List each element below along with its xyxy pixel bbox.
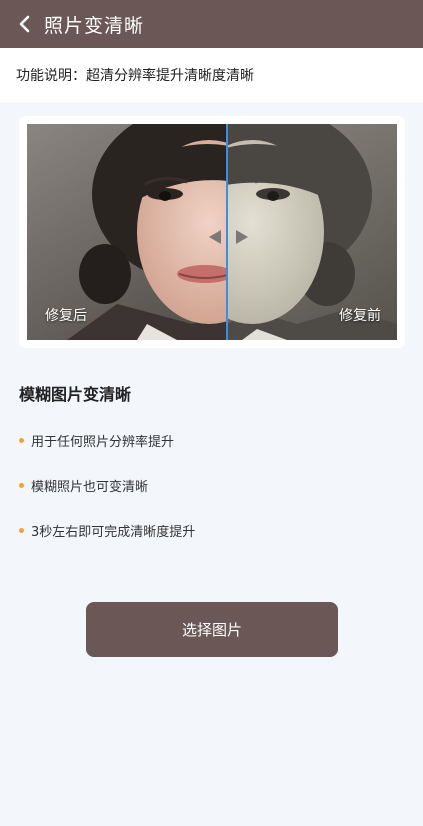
section-title: 模糊图片变清晰: [19, 385, 132, 404]
back-button[interactable]: [14, 13, 36, 35]
feature-text: 3秒左右即可完成清晰度提升: [31, 525, 196, 540]
bullet-dot-icon: [19, 528, 24, 533]
after-label: 修复后: [45, 308, 87, 324]
feature-description-bar: 功能说明：超清分辨率提升清晰度清晰: [0, 48, 423, 102]
comparison-photo: 修复后 修复前: [27, 124, 397, 340]
right-arrow-icon[interactable]: [236, 230, 248, 244]
bullet-dot-icon: [19, 438, 24, 443]
left-arrow-icon[interactable]: [209, 230, 221, 244]
feature-item: 3秒左右即可完成清晰度提升: [19, 521, 195, 540]
feature-item: 模糊照片也可变清晰: [19, 476, 148, 495]
preview-card: 修复后 修复前: [19, 116, 405, 348]
before-label: 修复前: [339, 308, 381, 324]
feature-item: 用于任何照片分辨率提升: [19, 431, 174, 450]
bullet-dot-icon: [19, 483, 24, 488]
page-title: 照片变清晰: [44, 14, 145, 37]
feature-description: 功能说明：超清分辨率提升清晰度清晰: [16, 68, 254, 84]
feature-text: 用于任何照片分辨率提升: [31, 435, 175, 450]
top-app-bar: 照片变清晰: [0, 0, 423, 48]
select-image-button[interactable]: 选择图片: [86, 602, 338, 657]
feature-text: 模糊照片也可变清晰: [31, 480, 149, 495]
comparison-divider[interactable]: [226, 124, 228, 340]
chevron-left-icon: [19, 15, 30, 33]
